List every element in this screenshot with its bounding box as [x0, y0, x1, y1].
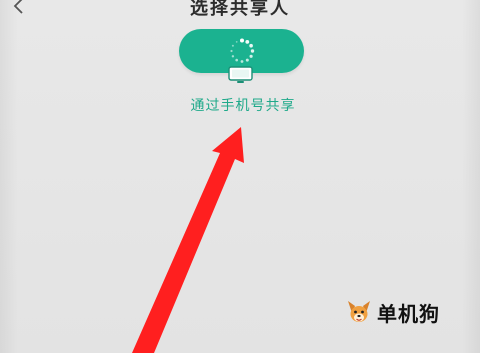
share-by-phone-label[interactable]: 通过手机号共享 — [168, 95, 318, 115]
watermark: 单机狗 — [345, 297, 440, 327]
screen: 选择共享人 通过手机号共享 单机狗 — [0, 0, 480, 353]
page-title: 选择共享人 — [190, 0, 290, 19]
right-edge-shade — [462, 0, 480, 353]
watermark-text: 单机狗 — [377, 301, 440, 326]
mobile-phone-icon — [228, 66, 253, 83]
left-edge-shade — [0, 0, 18, 353]
loading-spinner-icon — [229, 38, 254, 63]
dog-logo-icon — [348, 301, 370, 322]
